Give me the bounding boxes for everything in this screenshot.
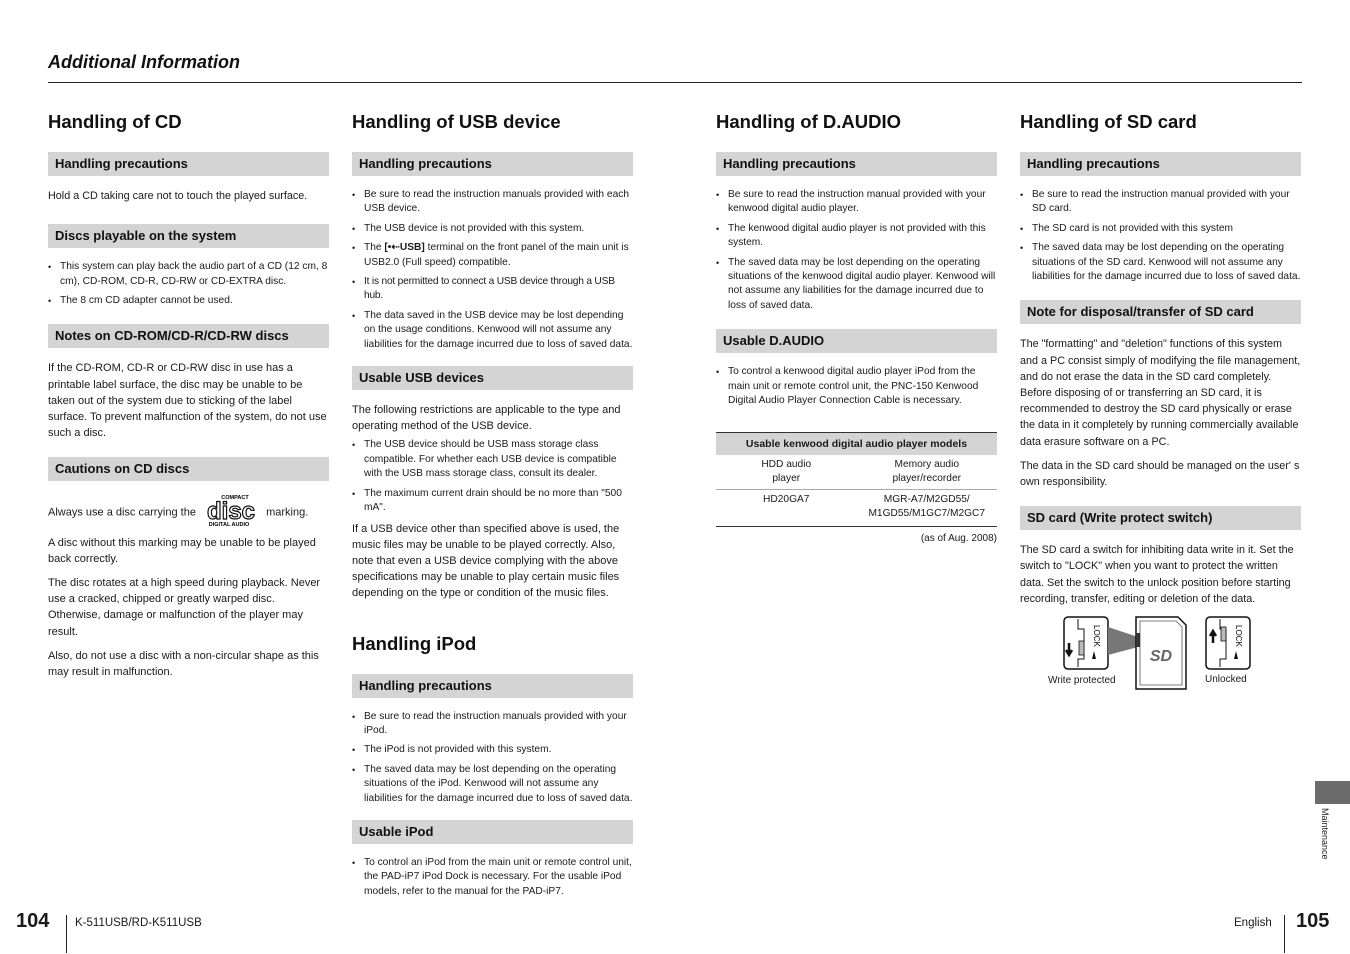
cd-precautions-text: Hold a CD taking care not to touch the p… [48,190,308,202]
models-table-note: (as of Aug. 2008) [920,533,997,545]
write-protected-label: Write protected [1048,675,1116,687]
ipod-precautions-heading: Handling precautions [352,673,633,698]
svg-text:LOCK: LOCK [1092,625,1101,647]
models-table: Usable kenwood digital audio player mode… [716,432,997,528]
svg-text:disc: disc [207,498,255,525]
usb-precautions-heading: Handling precautions [352,152,633,176]
model-number: K-511USB/RD-K511USB [75,917,202,929]
list-item: The data saved in the USB device may be … [352,309,633,352]
compact-disc-logo-icon: COMPACT disc DIGITAL AUDIO [203,493,259,532]
usb-devices-list: The USB device should be USB mass storag… [352,438,633,515]
sd-disposal-p2: The data in the SD card should be manage… [1020,459,1300,489]
svg-text:DIGITAL AUDIO: DIGITAL AUDIO [209,522,250,527]
models-cell: HD20GA7 [716,489,857,528]
usb-terminal-icon: [•⇠USB] [384,242,425,254]
usb-devices-intro: The following restrictions are applicabl… [352,404,621,433]
usb-item-pre: The [364,242,385,254]
sd-write-protect-text: The SD card a switch for inhibiting data… [1020,544,1294,605]
sd-disposal-heading: Note for disposal/transfer of SD card [1020,300,1301,325]
models-col-memory: Memory audio player/recorder [856,455,997,491]
cd-notes-text: If the CD-ROM, CD-R or CD-RW disc in use… [48,362,327,440]
list-item: The saved data may be lost depending on … [1020,241,1301,284]
list-item: This system can play back the audio part… [48,260,329,289]
cd-cautions-p2: The disc rotates at a high speed during … [48,577,321,638]
usb-devices-heading: Usable USB devices [352,366,633,391]
svg-text:SD: SD [1150,648,1173,665]
daudio-precautions-heading: Handling precautions [716,152,997,176]
ipod-title: Handling iPod [352,632,477,654]
list-item: The SD card is not provided with this sy… [1020,222,1301,237]
cd-cautions-p1: A disc without this marking may be unabl… [48,536,316,565]
daudio-title: Handling of D.AUDIO [716,111,901,132]
side-tab-label: Maintenance [1320,808,1330,860]
list-item: The saved data may be lost depending on … [352,763,633,806]
usb-column: Handling of USB device Handling precauti… [352,110,633,909]
cd-notes-heading: Notes on CD-ROM/CD-R/CD-RW discs [48,324,329,349]
list-item: Be sure to read the instruction manual p… [1020,188,1301,217]
list-item: The USB device is not provided with this… [352,222,633,237]
list-item: Be sure to read the instruction manuals … [352,188,633,217]
usb-devices-outro: If a USB device other than specified abo… [352,522,620,600]
cd-cautions-p3: Also, do not use a disc with a non-circu… [48,649,319,679]
models-table-title: Usable kenwood digital audio player mode… [716,432,997,456]
cd-title: Handling of CD [48,111,182,132]
list-item: The [•⇠USB] terminal on the front panel … [352,241,633,270]
ipod-precautions-list: Be sure to read the instruction manuals … [352,710,633,806]
logo-line-post: marking. [266,506,309,519]
cd-precautions-heading: Handling precautions [48,152,329,176]
list-item: To control a kenwood digital audio playe… [716,365,997,408]
daudio-usable-list: To control a kenwood digital audio playe… [716,365,997,408]
sd-disposal-p1: The "formatting" and "deletion" function… [1020,338,1301,448]
list-item: The USB device should be USB mass storag… [352,438,633,481]
list-item: The kenwood digital audio player is not … [716,222,997,251]
svg-text:LOCK: LOCK [1234,625,1243,647]
language-label: English [1234,917,1272,929]
cd-playable-heading: Discs playable on the system [48,224,329,249]
sd-write-protect-heading: SD card (Write protect switch) [1020,506,1301,531]
list-item: The iPod is not provided with this syste… [352,743,633,758]
daudio-usable-heading: Usable D.AUDIO [716,329,997,354]
models-col-hdd: HDD audio player [716,455,857,491]
sd-title: Handling of SD card [1020,111,1197,132]
models-cell: MGR-A7/M2GD55/ M1GD55/M1GC7/M2GC7 [856,489,997,528]
sd-column: Handling of SD card Handling precautions… [1020,110,1301,695]
list-item: The saved data may be lost depending on … [716,256,997,314]
right-page-number: 105 [1296,910,1330,932]
list-item: It is not permitted to connect a USB dev… [352,275,633,304]
list-item: Be sure to read the instruction manual p… [716,188,997,217]
logo-line-pre: Always use a disc carrying the [48,506,196,519]
cd-cautions-heading: Cautions on CD discs [48,457,329,482]
list-item: The maximum current drain should be no m… [352,487,633,516]
list-item: To control an iPod from the main unit or… [352,856,633,899]
section-header-title: Additional Information [48,52,240,72]
cd-cautions-logo-line: Always use a disc carrying the COMPACT d… [48,493,329,532]
footer-divider-right [1284,915,1285,953]
header-rule [48,82,1302,83]
ipod-usable-heading: Usable iPod [352,819,633,844]
sd-precautions-list: Be sure to read the instruction manual p… [1020,188,1301,284]
unlocked-label: Unlocked [1205,674,1247,686]
cd-playable-list: This system can play back the audio part… [48,260,329,309]
list-item: The 8 cm CD adapter cannot be used. [48,294,329,309]
daudio-precautions-list: Be sure to read the instruction manual p… [716,188,997,313]
sd-precautions-heading: Handling precautions [1020,152,1301,176]
left-page-number: 104 [16,910,50,932]
ipod-usable-list: To control an iPod from the main unit or… [352,856,633,899]
side-tab-marker [1315,781,1350,804]
sd-lock-figure: LOCK SD LOCK Write protected Unlocked [1020,615,1301,695]
list-item: Be sure to read the instruction manuals … [352,710,633,739]
usb-title: Handling of USB device [352,111,561,132]
cd-column: Handling of CD Handling precautions Hold… [48,110,329,688]
daudio-column: Handling of D.AUDIO Handling precautions… [716,110,997,544]
usb-precautions-list: Be sure to read the instruction manuals … [352,188,633,352]
footer-divider-left [66,915,67,953]
